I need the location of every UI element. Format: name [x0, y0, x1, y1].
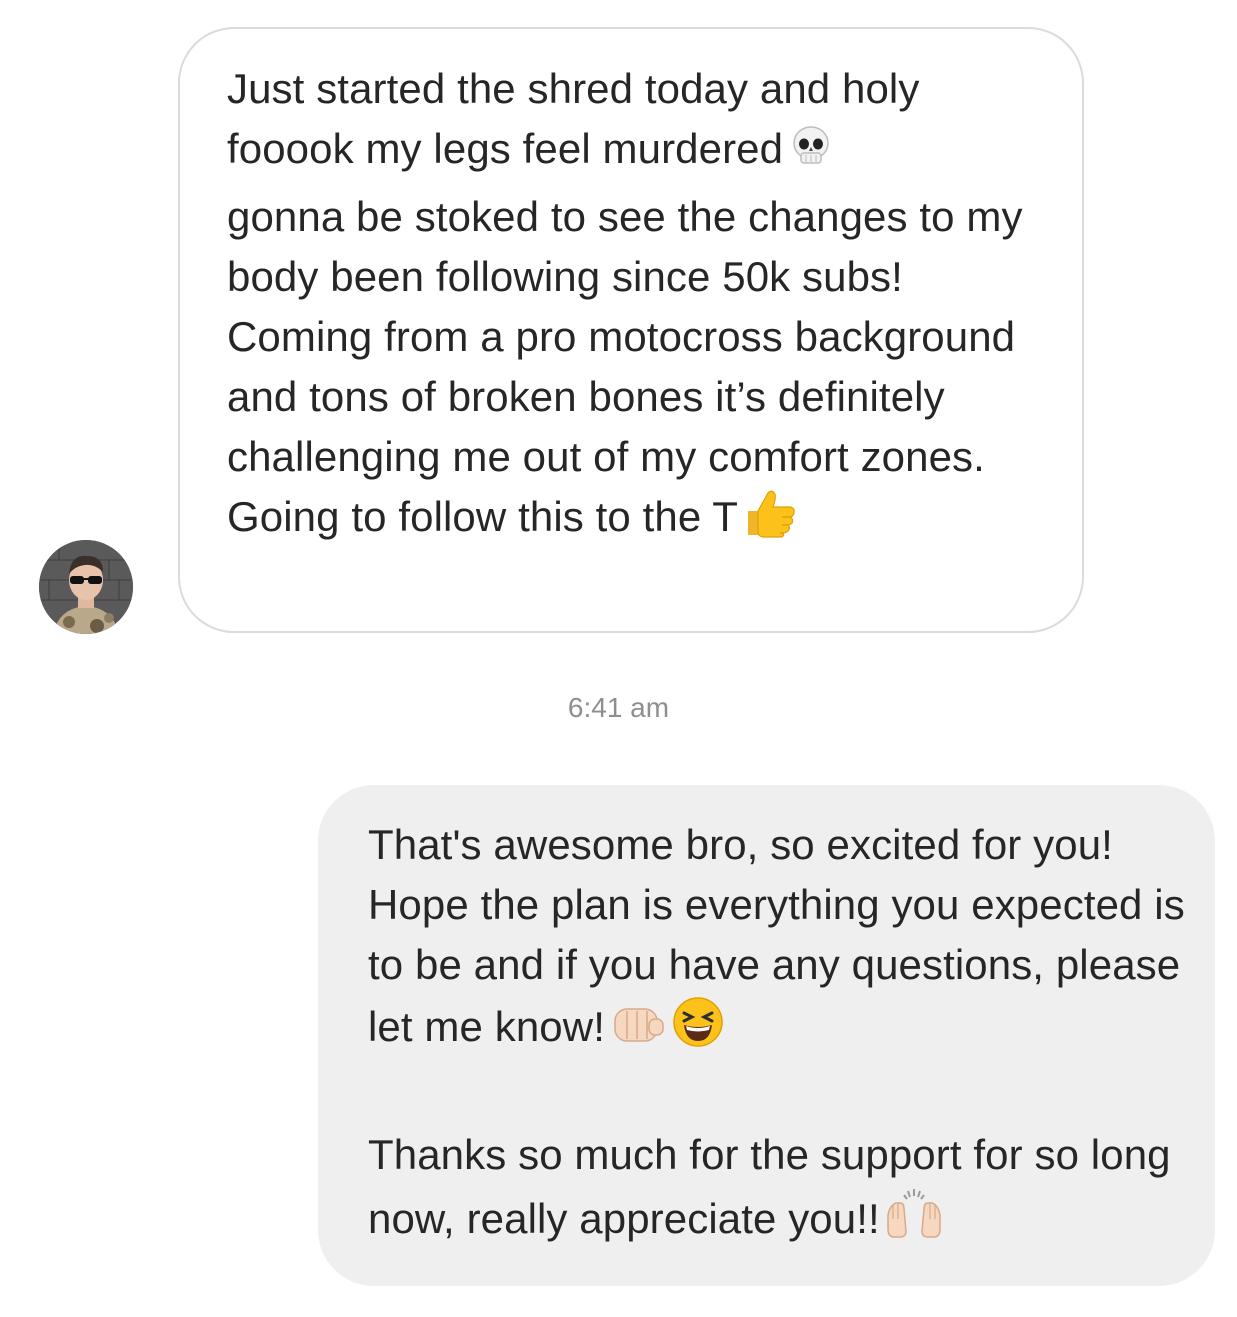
outgoing-message-bubble[interactable]: That's awesome bro, so excited for you! …	[318, 785, 1215, 1286]
incoming-message-text: Just started the shred today and holy fo…	[227, 59, 1042, 555]
outgoing-message-text: That's awesome bro, so excited for you! …	[368, 815, 1185, 1257]
avatar-image	[39, 540, 133, 634]
message-timestamp: 6:41 am	[567, 692, 670, 723]
incoming-message-line-rest: gonna be stoked to see the changes to my…	[227, 193, 1035, 540]
raised-hands-emoji	[884, 1185, 944, 1257]
outgoing-paragraph-1: That's awesome bro, so excited for you! …	[368, 821, 1197, 1050]
grinning-squint-emoji	[671, 995, 725, 1065]
incoming-message-bubble[interactable]: Just started the shred today and holy fo…	[178, 27, 1084, 633]
thumbs-up-emoji	[742, 487, 798, 555]
sender-avatar[interactable]	[39, 540, 133, 634]
skull-emoji	[787, 123, 835, 187]
fist-bump-emoji	[609, 1001, 667, 1065]
outgoing-paragraph-2: Thanks so much for the support for so lo…	[368, 1131, 1183, 1242]
message-thread: Just started the shred today and holy fo…	[0, 0, 1237, 1317]
